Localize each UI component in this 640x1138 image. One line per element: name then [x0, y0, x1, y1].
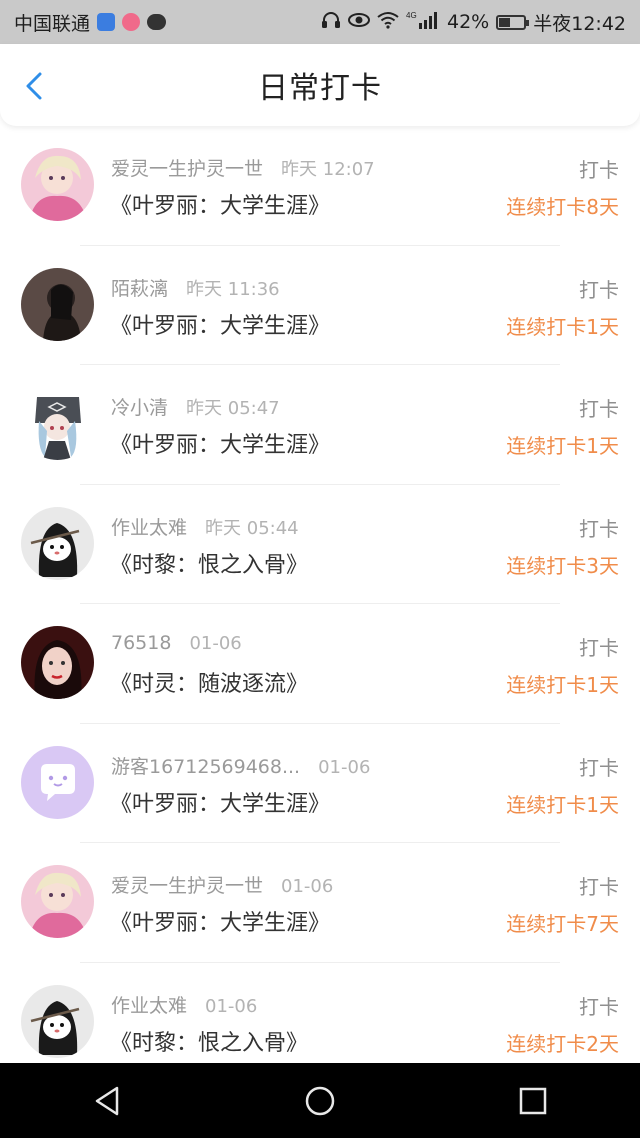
checkin-meta: 爱灵一生护灵一世 昨天 12:07: [111, 154, 375, 181]
checkin-label: 打卡: [579, 397, 619, 421]
book-title[interactable]: 《叶罗丽：大学生涯》: [110, 308, 330, 340]
nav-back-button[interactable]: [77, 1071, 137, 1131]
book-title[interactable]: 《时灵：随波逐流》: [110, 666, 308, 698]
checkin-item[interactable]: 76518 01-06 《时灵：随波逐流》 打卡连续打卡1天: [0, 604, 640, 724]
streak-count: 连续打卡1天: [506, 434, 619, 458]
username[interactable]: 游客16712569468...: [111, 756, 300, 778]
checkin-item[interactable]: 作业太难 01-06 《时黎：恨之入骨》 打卡连续打卡2天: [0, 963, 640, 1064]
checkin-item[interactable]: 冷小清 昨天 05:47 《叶罗丽：大学生涯》 打卡连续打卡1天: [0, 365, 640, 485]
checkin-meta: 游客16712569468... 01-06: [111, 752, 370, 779]
user-avatar[interactable]: [21, 745, 94, 819]
chevron-left-icon: [26, 72, 42, 100]
shield-icon: [97, 13, 116, 31]
checkin-meta: 作业太难 01-06: [111, 991, 257, 1018]
username[interactable]: 冷小清: [111, 397, 168, 419]
network-type: 4G: [406, 11, 417, 20]
username[interactable]: 爱灵一生护灵一世: [111, 158, 263, 180]
checkin-time: 01-06: [318, 756, 371, 778]
battery-fill: [499, 17, 511, 27]
checkin-time: 昨天 11:36: [186, 278, 280, 300]
checkin-item[interactable]: 作业太难 昨天 05:44 《时黎：恨之入骨》 打卡连续打卡3天: [0, 485, 640, 604]
username[interactable]: 爱灵一生护灵一世: [111, 875, 263, 897]
book-title[interactable]: 《叶罗丽：大学生涯》: [110, 905, 330, 937]
checkin-time: 昨天 12:07: [281, 159, 375, 180]
user-avatar[interactable]: [21, 267, 94, 341]
user-avatar[interactable]: [21, 148, 94, 221]
checkin-meta: 爱灵一生护灵一世 01-06: [111, 871, 333, 898]
triangle-back-icon: [95, 1086, 118, 1115]
checkin-label: 打卡: [579, 755, 619, 780]
checkin-label: 打卡: [579, 516, 619, 541]
checkin-meta: 作业太难 昨天 05:44: [111, 513, 299, 540]
checkin-item[interactable]: 爱灵一生护灵一世 昨天 12:07 《叶罗丽：大学生涯》 打卡连续打卡8天: [0, 126, 640, 246]
book-title[interactable]: 《时黎：恨之入骨》: [110, 1025, 308, 1057]
eye-icon: [348, 12, 370, 32]
checkin-item[interactable]: 陌萩漓 昨天 11:36 《叶罗丽：大学生涯》 打卡连续打卡1天: [0, 246, 640, 365]
user-avatar[interactable]: [21, 387, 94, 460]
carrier-name: 中国联通: [14, 12, 91, 35]
user-avatar[interactable]: [21, 506, 94, 580]
book-title[interactable]: 《叶罗丽：大学生涯》: [110, 427, 330, 459]
streak-count: 连续打卡8天: [506, 195, 619, 219]
system-nav-bar: [0, 1063, 640, 1138]
checkin-time: 昨天 05:44: [205, 517, 299, 539]
status-left: 中国联通: [14, 9, 167, 36]
checkin-label: 打卡: [579, 994, 619, 1019]
chat-icon: [147, 14, 167, 30]
checkin-label: 打卡: [579, 277, 619, 302]
user-avatar[interactable]: [21, 865, 94, 938]
clock: 半夜12:42: [533, 12, 626, 35]
checkin-meta: 冷小清 昨天 05:47: [111, 393, 280, 420]
book-title[interactable]: 《时黎：恨之入骨》: [110, 547, 308, 579]
status-bar: 中国联通 4G 42% 半夜12:42: [0, 0, 640, 44]
checkin-list: 爱灵一生护灵一世 昨天 12:07 《叶罗丽：大学生涯》 打卡 连续打卡8天 陌萩漓 昨天 …: [0, 126, 640, 1063]
checkin-item[interactable]: 游客16712569468... 01-06 《叶罗丽：大学生涯》 打卡连续打卡1天: [0, 724, 640, 843]
page-header: 日常打卡: [0, 44, 640, 126]
checkin-meta: 76518 01-06: [111, 632, 242, 654]
checkin-time: 01-06: [189, 633, 242, 654]
streak-count: 连续打卡2天: [506, 1031, 619, 1056]
battery-percent: 42%: [447, 11, 490, 33]
signal-icon: 4G: [406, 10, 440, 34]
user-avatar[interactable]: [21, 984, 94, 1058]
checkin-label: 打卡: [579, 158, 619, 182]
status-right: 4G 42% 半夜12:42: [321, 9, 626, 36]
username[interactable]: 作业太难: [111, 517, 187, 539]
square-recents-icon: [520, 1087, 547, 1114]
streak-count: 连续打卡1天: [506, 314, 619, 339]
checkin-label: 打卡: [579, 636, 619, 660]
streak-count: 连续打卡1天: [506, 673, 619, 697]
streak-count: 连续打卡1天: [506, 792, 619, 817]
battery-icon: [496, 14, 530, 30]
headphones-icon: [321, 11, 341, 33]
checkin-time: 01-06: [281, 876, 334, 897]
checkin-meta: 陌萩漓 昨天 11:36: [111, 274, 280, 301]
back-button[interactable]: [18, 68, 54, 104]
user-avatar[interactable]: [21, 626, 94, 699]
checkin-time: 01-06: [205, 995, 258, 1017]
streak-count: 连续打卡3天: [506, 553, 619, 578]
book-title[interactable]: 《叶罗丽：大学生涯》: [110, 786, 330, 818]
username[interactable]: 76518: [111, 632, 171, 654]
nav-home-button[interactable]: [290, 1071, 350, 1131]
app-notification-icon: [122, 13, 141, 31]
checkin-label: 打卡: [579, 875, 619, 899]
checkin-time: 昨天 05:47: [186, 398, 280, 419]
username[interactable]: 陌萩漓: [111, 278, 168, 300]
username[interactable]: 作业太难: [111, 995, 187, 1017]
streak-count: 连续打卡7天: [506, 912, 619, 936]
checkin-item[interactable]: 爱灵一生护灵一世 01-06 《叶罗丽：大学生涯》 打卡连续打卡7天: [0, 843, 640, 963]
wifi-icon: [377, 11, 399, 33]
circle-home-icon: [305, 1086, 335, 1115]
nav-recents-button[interactable]: [503, 1071, 563, 1131]
book-title[interactable]: 《叶罗丽：大学生涯》: [110, 188, 330, 220]
page-title: 日常打卡: [258, 71, 382, 106]
